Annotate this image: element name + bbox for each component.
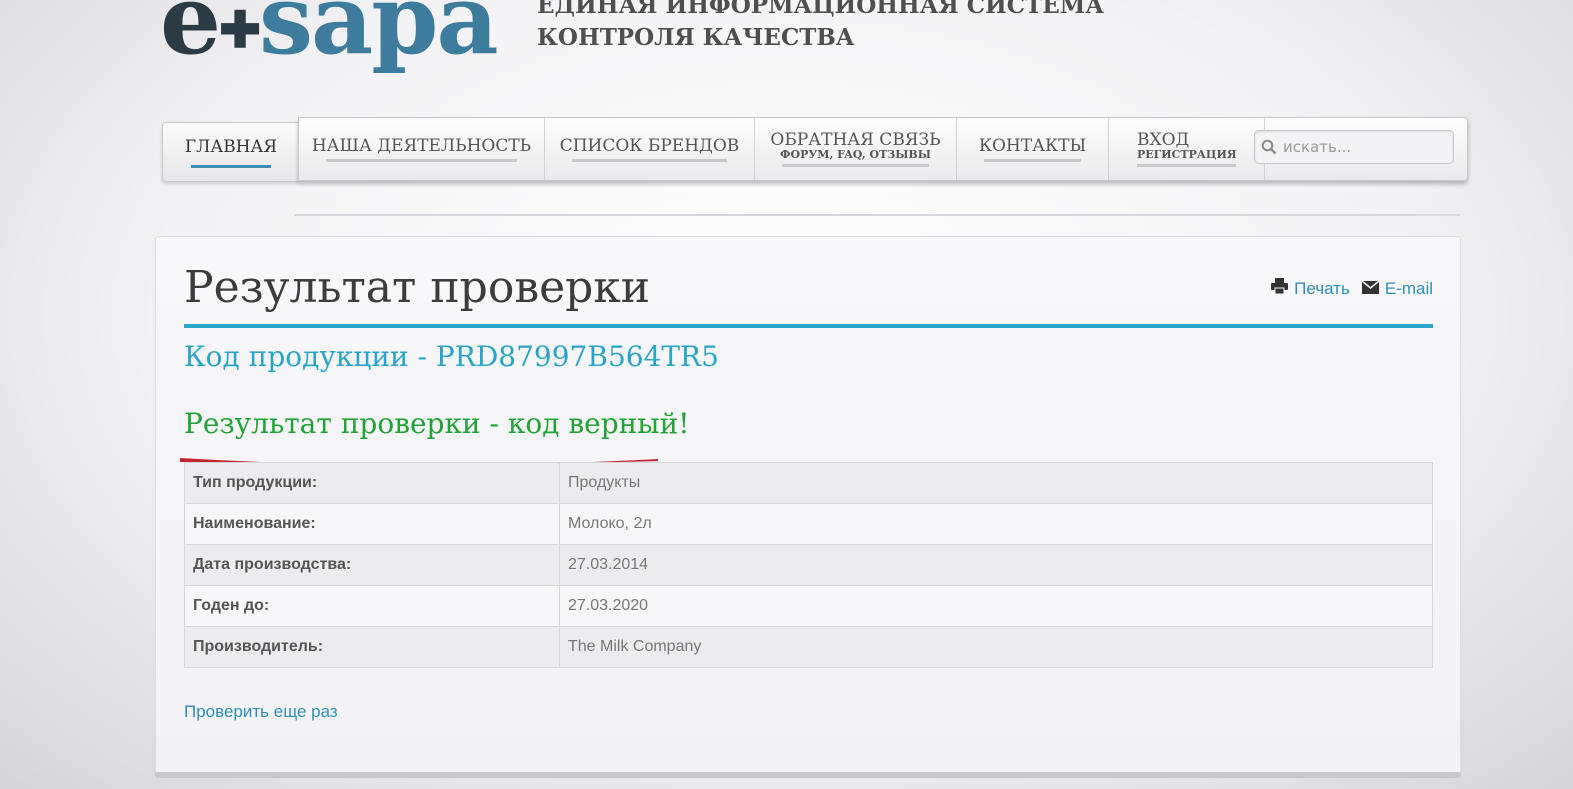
nav-item-underline — [984, 158, 1081, 162]
row-value: 27.03.2020 — [559, 585, 1433, 627]
row-label: Дата производства: — [184, 544, 560, 586]
table-row: Годен до: 27.03.2020 — [184, 585, 1433, 627]
row-value: Продукты — [559, 462, 1433, 504]
row-label: Тип продукции: — [184, 462, 560, 504]
email-link[interactable]: E-mail — [1361, 278, 1433, 299]
nav-item-label: НАША ДЕЯТЕЛЬНОСТЬ — [311, 135, 532, 156]
nav-item-home[interactable]: ГЛАВНАЯ — [162, 122, 299, 182]
nav-item-activity[interactable]: НАША ДЕЯТЕЛЬНОСТЬ — [299, 118, 545, 180]
row-value: The Milk Company — [559, 626, 1433, 668]
print-link[interactable]: Печать — [1271, 278, 1350, 299]
table-row: Дата производства: 27.03.2014 — [184, 544, 1433, 586]
nav-home-underline — [191, 165, 271, 168]
nav-item-contacts[interactable]: КОНТАКТЫ — [957, 118, 1109, 180]
nav-item-sublabel: ФОРУМ, FAQ, ОТЗЫВЫ — [780, 148, 931, 161]
nav-item-brands[interactable]: СПИСОК БРЕНДОВ — [545, 118, 755, 180]
nav-item-underline — [326, 158, 517, 162]
logo-cross-icon: ✚ — [219, 0, 261, 59]
logo-word: sapa — [258, 0, 499, 76]
row-label: Годен до: — [184, 585, 560, 627]
verification-result: Результат проверки - код верный! — [184, 407, 690, 440]
table-row: Наименование: Молоко, 2л — [184, 503, 1433, 545]
site-title-line-1: ЕДИНАЯ ИНФОРМАЦИОННАЯ СИСТЕМА — [537, 0, 1104, 19]
nav-home-label: ГЛАВНАЯ — [184, 137, 278, 157]
product-code: Код продукции - PRD87997B564TR5 — [184, 340, 719, 373]
nav-item-label: СПИСОК БРЕНДОВ — [559, 135, 740, 156]
search-icon[interactable] — [1255, 139, 1283, 155]
check-again-link[interactable]: Проверить еще раз — [184, 702, 338, 722]
title-rule — [184, 324, 1433, 328]
mail-icon — [1361, 279, 1380, 299]
site-title: ЕДИНАЯ ИНФОРМАЦИОННАЯ СИСТЕМА КОНТРОЛЯ К… — [537, 0, 1104, 54]
nav-item-underline — [1137, 164, 1236, 167]
nav-divider — [294, 214, 1460, 216]
search-box[interactable] — [1254, 130, 1454, 164]
row-value: 27.03.2014 — [559, 544, 1433, 586]
site-title-line-2: КОНТРОЛЯ КАЧЕСТВА — [537, 24, 855, 51]
nav-item-label: КОНТАКТЫ — [978, 135, 1087, 156]
nav-item-label: ВХОД — [1137, 130, 1190, 150]
row-label: Наименование: — [184, 503, 560, 545]
page-title: Результат проверки — [184, 262, 651, 313]
page-tools: Печать E-mail — [1271, 278, 1433, 299]
print-icon — [1271, 278, 1289, 299]
content-panel-edge — [155, 772, 1461, 778]
nav-item-label: ОБРАТНАЯ СВЯЗЬ — [770, 130, 941, 150]
nav-item-underline — [782, 164, 929, 167]
row-value: Молоко, 2л — [559, 503, 1433, 545]
search-input[interactable] — [1283, 138, 1443, 156]
site-logo[interactable]: e✚sapa — [160, 0, 499, 68]
nav-item-underline — [572, 158, 727, 162]
nav-item-sublabel: РЕГИСТРАЦИЯ — [1137, 148, 1237, 161]
email-label: E-mail — [1384, 278, 1433, 298]
logo-letter-e: e — [160, 0, 221, 76]
table-row: Тип продукции: Продукты — [184, 462, 1433, 504]
table-row: Производитель: The Milk Company — [184, 626, 1433, 668]
row-label: Производитель: — [184, 626, 560, 668]
nav-item-feedback[interactable]: ОБРАТНАЯ СВЯЗЬ ФОРУМ, FAQ, ОТЗЫВЫ — [755, 118, 957, 180]
print-label: Печать — [1294, 278, 1350, 298]
nav-item-login[interactable]: ВХОД РЕГИСТРАЦИЯ — [1109, 118, 1265, 180]
product-info-table: Тип продукции: Продукты Наименование: Мо… — [184, 462, 1433, 668]
